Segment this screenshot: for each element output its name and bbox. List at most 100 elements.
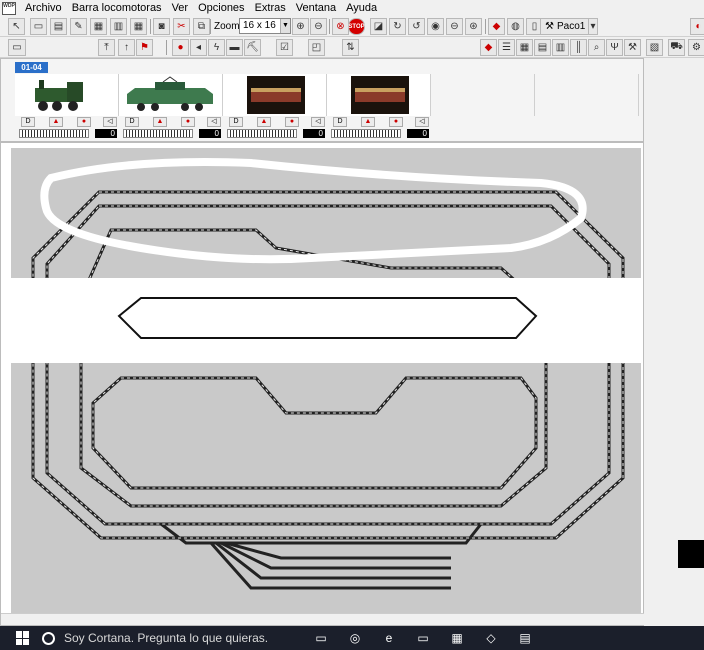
file-explorer-icon[interactable]: ▭	[413, 629, 433, 647]
windows-start-icon[interactable]	[16, 631, 30, 645]
function-button[interactable]: ▲	[257, 117, 271, 127]
tools-icon[interactable]: ⚒	[624, 39, 641, 56]
edit-icon[interactable]: ✎	[70, 18, 87, 35]
edge-icon[interactable]: e	[379, 629, 399, 647]
menu-ventana[interactable]: Ventana	[291, 2, 341, 14]
loco-slot[interactable]	[119, 74, 223, 116]
block-icon[interactable]: ⊖	[446, 18, 463, 35]
separator	[150, 19, 151, 34]
user-button[interactable]: ⚒ Paco1	[540, 18, 591, 35]
panel-icon[interactable]: ▭	[8, 39, 26, 56]
speed-slider[interactable]	[227, 129, 297, 138]
light-button[interactable]: ●	[389, 117, 403, 127]
box-icon[interactable]: ▤	[534, 39, 551, 56]
search-icon[interactable]: ⌕	[588, 39, 605, 56]
track-middle-loop	[79, 228, 548, 508]
menu-ayuda[interactable]: Ayuda	[341, 2, 382, 14]
reset-icon[interactable]: ↺	[408, 18, 425, 35]
direction-button[interactable]: D	[21, 117, 35, 127]
sound-button[interactable]: ◁	[415, 117, 429, 127]
stop-button[interactable]: STOP	[348, 18, 365, 35]
menu-ver[interactable]: Ver	[167, 2, 194, 14]
direction-button[interactable]: D	[229, 117, 243, 127]
grid-icon[interactable]: ▦	[90, 18, 107, 35]
menu-barra-locomotoras[interactable]: Barra locomotoras	[67, 2, 167, 14]
speed-slider[interactable]	[123, 129, 193, 138]
store-icon[interactable]: ▦	[447, 629, 467, 647]
emergency-icon[interactable]: ⊗	[332, 18, 349, 35]
cortana-icon[interactable]	[42, 631, 55, 645]
chevron-down-icon[interactable]: ▾	[588, 18, 598, 35]
up-icon[interactable]: ↑	[118, 39, 135, 56]
tool-icon[interactable]: ⚙	[688, 39, 704, 56]
refresh-icon[interactable]: ↻	[389, 18, 406, 35]
chevron-down-icon: ▼	[280, 19, 290, 33]
globe-icon[interactable]: ◍	[507, 18, 524, 35]
direction-button[interactable]: D	[125, 117, 139, 127]
dispatch-icon[interactable]: ◪	[370, 18, 387, 35]
chart-icon[interactable]: ▥	[552, 39, 569, 56]
alert-icon[interactable]: ◐	[690, 18, 704, 35]
chrome-icon[interactable]: ◎	[345, 629, 365, 647]
light-button[interactable]: ●	[77, 117, 91, 127]
open-icon[interactable]: ▤	[50, 18, 67, 35]
wdp-app-icon[interactable]: ▤	[515, 629, 535, 647]
signal-icon[interactable]: ◉	[427, 18, 444, 35]
sensor-icon[interactable]: ⊛	[465, 18, 482, 35]
direction-button[interactable]: D	[333, 117, 347, 127]
flag-icon[interactable]: ⚑	[136, 39, 153, 56]
crane-icon[interactable]: ⛏	[244, 39, 261, 56]
grid-icon[interactable]: ▦	[516, 39, 533, 56]
crossing-icon[interactable]: ▧	[646, 39, 663, 56]
zoom-select[interactable]: 16 x 16 ▼	[239, 18, 291, 34]
loco-slot[interactable]	[223, 74, 327, 116]
menu-archivo[interactable]: Archivo	[20, 2, 67, 14]
new-icon[interactable]: ▭	[30, 18, 47, 35]
info-icon[interactable]: ◆	[480, 39, 497, 56]
menu-extras[interactable]: Extras	[250, 2, 291, 14]
zoom-out-icon[interactable]: ⊖	[310, 18, 327, 35]
speed-readout: 0	[95, 129, 117, 138]
frame-icon[interactable]: ◰	[308, 39, 325, 56]
switch-icon[interactable]: ⇅	[342, 39, 359, 56]
task-view-icon[interactable]: ▭	[311, 629, 331, 647]
print-icon[interactable]: ▥	[110, 18, 127, 35]
checkbox-icon[interactable]: ☑	[276, 39, 293, 56]
sound-button[interactable]: ◁	[311, 117, 325, 127]
barcode-icon[interactable]: ║	[570, 39, 587, 56]
light-button[interactable]: ●	[285, 117, 299, 127]
battery-icon[interactable]: ▬	[226, 39, 243, 56]
loco-tab[interactable]: 01-04	[15, 62, 48, 73]
antenna-icon[interactable]: Ψ	[606, 39, 623, 56]
track-canvas[interactable]	[11, 148, 641, 613]
function-button[interactable]: ▲	[49, 117, 63, 127]
train-icon[interactable]: ⛟	[668, 39, 685, 56]
app-icon[interactable]: WDP	[2, 1, 16, 15]
sound-button[interactable]: ◁	[103, 117, 117, 127]
pointer-icon[interactable]: ↖	[8, 18, 25, 35]
horizontal-scrollbar[interactable]	[1, 613, 645, 625]
speed-slider[interactable]	[331, 129, 401, 138]
function-button[interactable]: ▲	[361, 117, 375, 127]
menu-opciones[interactable]: Opciones	[193, 2, 249, 14]
sound-button[interactable]: ◁	[207, 117, 221, 127]
zoom-in-icon[interactable]: ⊕	[292, 18, 309, 35]
lightning-icon[interactable]: ϟ	[208, 39, 225, 56]
table-icon[interactable]: ▦	[130, 18, 147, 35]
record-icon[interactable]: ●	[172, 39, 189, 56]
diamond-icon[interactable]: ◆	[488, 18, 505, 35]
list-icon[interactable]: ☰	[498, 39, 515, 56]
light-button[interactable]: ●	[181, 117, 195, 127]
up-arrow-icon[interactable]: ⤒	[98, 39, 115, 56]
cortana-search[interactable]: Soy Cortana. Pregunta lo que quieras.	[64, 631, 304, 645]
loco-slot[interactable]	[327, 74, 431, 116]
camera-icon[interactable]: ◙	[153, 18, 170, 35]
speed-slider[interactable]	[19, 129, 89, 138]
speaker-icon[interactable]: ◂	[190, 39, 207, 56]
loco-slot[interactable]	[15, 74, 119, 116]
copy-icon[interactable]: ⧉	[193, 18, 210, 35]
dropbox-icon[interactable]: ◇	[481, 629, 501, 647]
empty-slot	[431, 74, 535, 116]
function-button[interactable]: ▲	[153, 117, 167, 127]
cut-icon[interactable]: ✂	[173, 18, 190, 35]
